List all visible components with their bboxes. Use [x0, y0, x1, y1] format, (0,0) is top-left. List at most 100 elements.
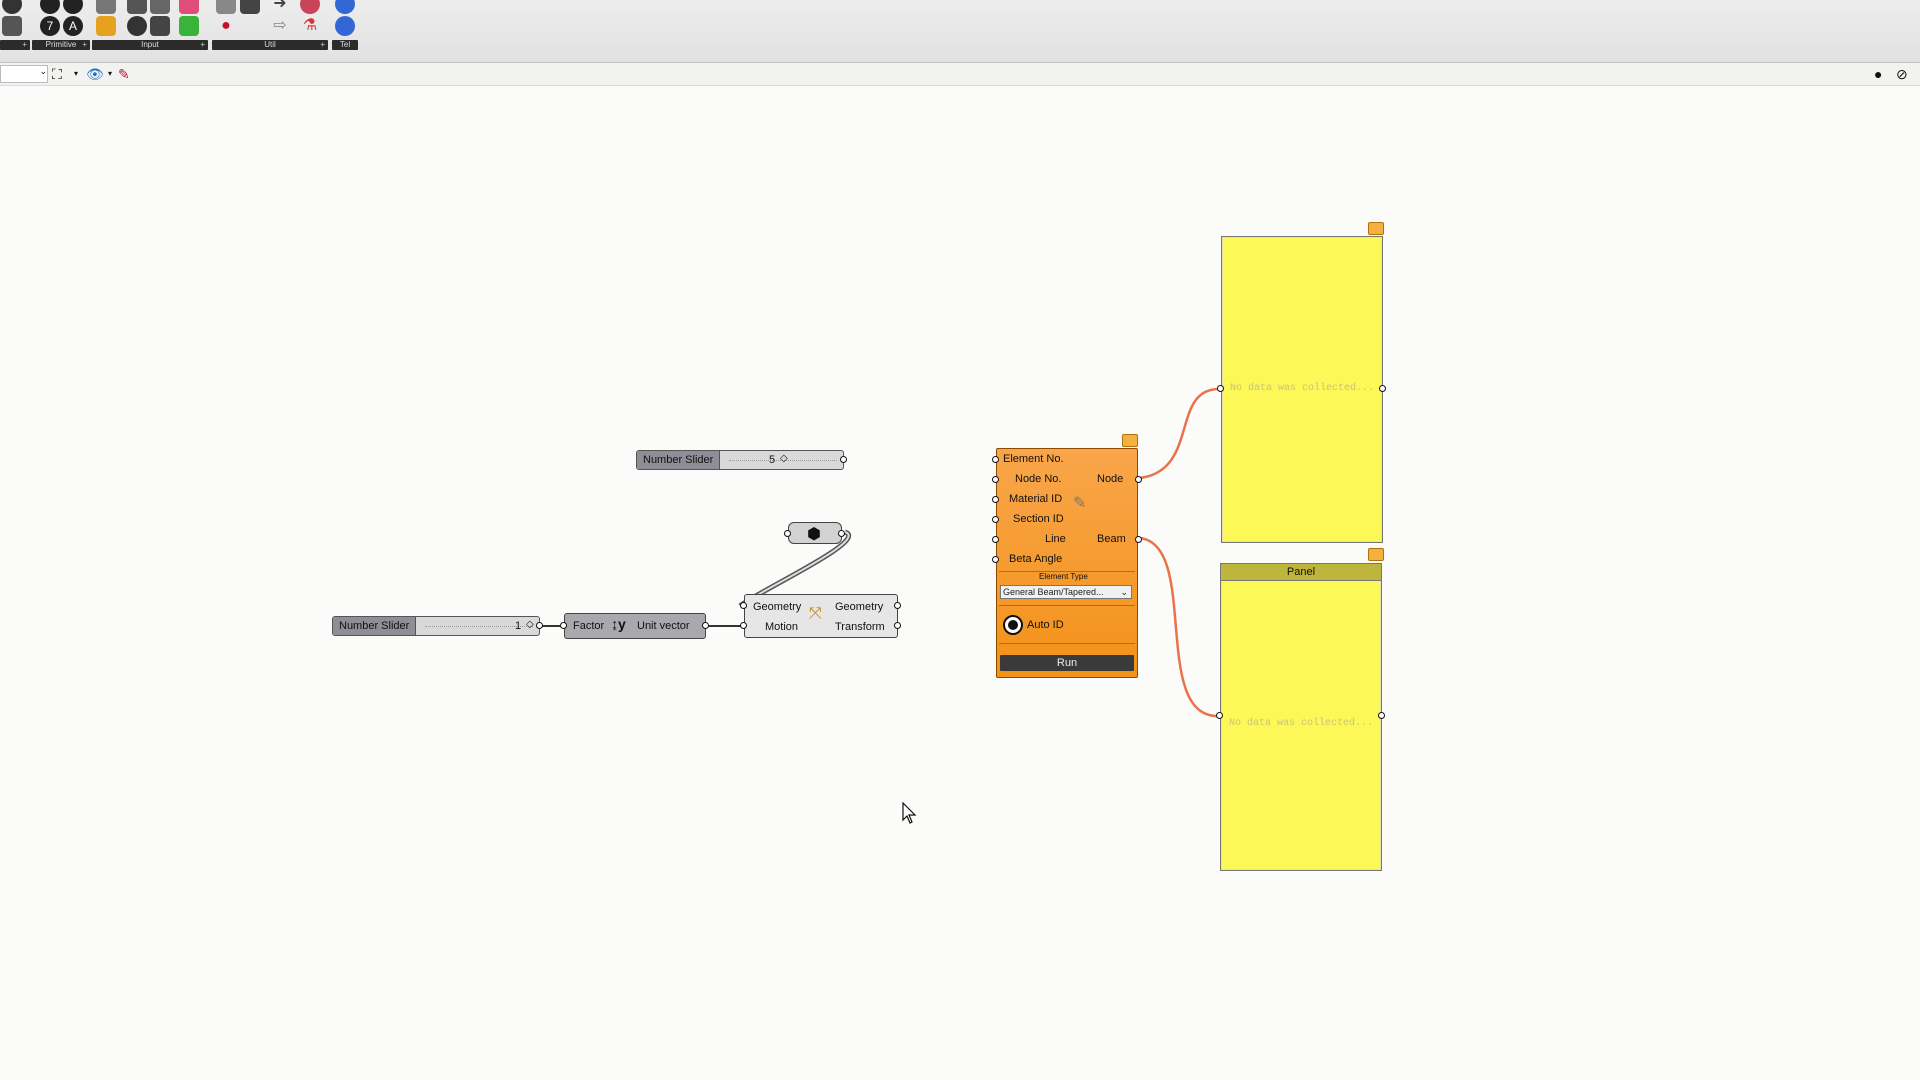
- sketch-icon[interactable]: ⊘: [1896, 66, 1908, 82]
- number-icon[interactable]: 7: [40, 16, 60, 36]
- pencil-icon: ✎: [1073, 495, 1087, 512]
- auto-id-radio[interactable]: [1003, 615, 1023, 635]
- slider-value: 5: [769, 454, 776, 466]
- move-icon: ⤧: [809, 605, 822, 622]
- geometry-param-input-grip[interactable]: [784, 530, 791, 537]
- slider-label: Number Slider: [637, 451, 721, 469]
- flask-icon[interactable]: ⚗: [300, 16, 320, 36]
- cherry-icon[interactable]: ●: [216, 16, 236, 36]
- panel-title: Panel: [1221, 564, 1381, 581]
- zoom-dropdown[interactable]: ⌄: [0, 65, 48, 83]
- ribbon-tab-util[interactable]: Util +: [212, 40, 328, 50]
- slider-label: Number Slider: [333, 617, 417, 635]
- factor-input-grip[interactable]: [560, 622, 567, 629]
- output-node: Node: [1097, 473, 1124, 485]
- input-grip-section-id[interactable]: [992, 516, 999, 523]
- input-grip-line[interactable]: [992, 536, 999, 543]
- cluster-icon[interactable]: [216, 0, 236, 14]
- ribbon-group-input: Input +: [92, 0, 208, 52]
- output-grip-node[interactable]: [1135, 476, 1142, 483]
- import-icon[interactable]: [96, 0, 116, 14]
- panel-node-output[interactable]: No data was collected...: [1221, 236, 1383, 543]
- geometry-parameter[interactable]: ⬢: [788, 522, 842, 544]
- move-input-geometry: Geometry: [753, 601, 802, 613]
- blue-hex-icon-2[interactable]: [335, 16, 355, 36]
- panel-flag: [1368, 222, 1384, 235]
- slider-edit-icon[interactable]: [150, 0, 170, 14]
- unit-vector-output-grip[interactable]: [702, 622, 709, 629]
- component-flag: [1122, 434, 1138, 447]
- eye-icon[interactable]: 👁: [86, 66, 104, 82]
- input-beta-angle: Beta Angle: [1009, 553, 1063, 565]
- value-list-icon[interactable]: [150, 16, 170, 36]
- panel-output-grip[interactable]: [1379, 385, 1386, 392]
- move-geometry-output-grip[interactable]: [894, 602, 901, 609]
- number-slider-top[interactable]: Number Slider 5 ◇: [636, 450, 844, 470]
- move-input-motion: Motion: [765, 621, 799, 633]
- text-icon[interactable]: A: [63, 16, 83, 36]
- input-node-no: Node No.: [1015, 473, 1062, 485]
- move-component[interactable]: Geometry Motion ⤧ Geometry Transform: [744, 594, 898, 638]
- auto-id-label: Auto ID: [1027, 619, 1064, 631]
- input-element-no: Element No.: [1003, 453, 1064, 465]
- calculator-icon[interactable]: [127, 0, 147, 14]
- ribbon-tab-primitive[interactable]: Primitive +: [32, 40, 90, 50]
- slider-output-grip[interactable]: [840, 456, 847, 463]
- factor-input-label: Factor: [573, 620, 605, 632]
- slider-output-grip[interactable]: [536, 622, 543, 629]
- input-grip-beta-angle[interactable]: [992, 556, 999, 563]
- move-transform-output-grip[interactable]: [894, 622, 901, 629]
- move-motion-input-grip[interactable]: [740, 622, 747, 629]
- ribbon-tab-partial[interactable]: +: [0, 40, 30, 50]
- output-beam: Beam: [1097, 533, 1126, 545]
- run-button[interactable]: Run: [1000, 655, 1134, 671]
- element-type-dropdown[interactable]: General Beam/Tapered... ⌄: [1000, 585, 1132, 599]
- user-icon[interactable]: ●: [1874, 66, 1882, 82]
- file-path-icon[interactable]: [96, 16, 116, 36]
- panel-input-grip[interactable]: [1217, 385, 1224, 392]
- unit-vector-component[interactable]: Factor ↨y Unit vector: [564, 613, 706, 639]
- blue-hex-icon[interactable]: [335, 0, 355, 14]
- geometry-param-output-grip[interactable]: [838, 530, 845, 537]
- sphere-icon[interactable]: [300, 0, 320, 14]
- output-grip-beam[interactable]: [1135, 536, 1142, 543]
- ribbon-group-util: ● ➜ ⇨ ⚗ Util +: [212, 0, 328, 52]
- brush-icon[interactable]: ✎: [118, 66, 130, 82]
- gradient-icon[interactable]: [179, 0, 199, 14]
- ribbon-group-tel: Tel: [332, 0, 358, 52]
- chevron-down-icon[interactable]: ▾: [74, 66, 78, 82]
- panel-flag: [1368, 548, 1384, 561]
- slider-value: 1: [515, 620, 522, 632]
- circle-icon[interactable]: [40, 0, 60, 14]
- color-swatch-icon[interactable]: [179, 16, 199, 36]
- panel-message: No data was collected...: [1228, 718, 1374, 729]
- input-grip-material-id[interactable]: [992, 496, 999, 503]
- relay-arrow-icon[interactable]: ⇨: [270, 16, 290, 36]
- move-geometry-input-grip[interactable]: [740, 602, 747, 609]
- unit-vector-icon: ↨y: [611, 616, 626, 632]
- boolean-toggle-icon[interactable]: [127, 16, 147, 36]
- number-slider-bottom[interactable]: Number Slider 1 ◇: [332, 616, 540, 636]
- slider-handle[interactable]: ◇: [526, 619, 534, 630]
- panel-beam-output[interactable]: Panel No data was collected...: [1220, 563, 1382, 871]
- element-type-label: Element Type: [1039, 572, 1088, 581]
- move-output-geometry: Geometry: [835, 601, 884, 613]
- ribbon-tab-tel[interactable]: Tel: [332, 40, 358, 50]
- zoom-extents-icon[interactable]: ⛶: [52, 66, 62, 82]
- input-material-id: Material ID: [1009, 493, 1063, 505]
- arrow-right-icon[interactable]: ➜: [270, 0, 290, 14]
- hexagon-icon[interactable]: [2, 16, 22, 36]
- separator: [999, 643, 1135, 644]
- shape-icon[interactable]: [2, 0, 22, 14]
- slider-handle[interactable]: ◇: [780, 453, 788, 464]
- panel-output-grip[interactable]: [1378, 712, 1385, 719]
- grasshopper-canvas[interactable]: [0, 86, 1920, 1080]
- chevron-down-icon-2[interactable]: ▾: [108, 66, 112, 82]
- ribbon-tab-input[interactable]: Input +: [92, 40, 208, 50]
- input-grip-element-no[interactable]: [992, 456, 999, 463]
- input-grip-node-no[interactable]: [992, 476, 999, 483]
- element-component[interactable]: Element No. Node No. Material ID Section…: [996, 448, 1138, 678]
- integer-icon[interactable]: [63, 0, 83, 14]
- panel-input-grip[interactable]: [1216, 712, 1223, 719]
- data-dam-icon[interactable]: [240, 0, 260, 14]
